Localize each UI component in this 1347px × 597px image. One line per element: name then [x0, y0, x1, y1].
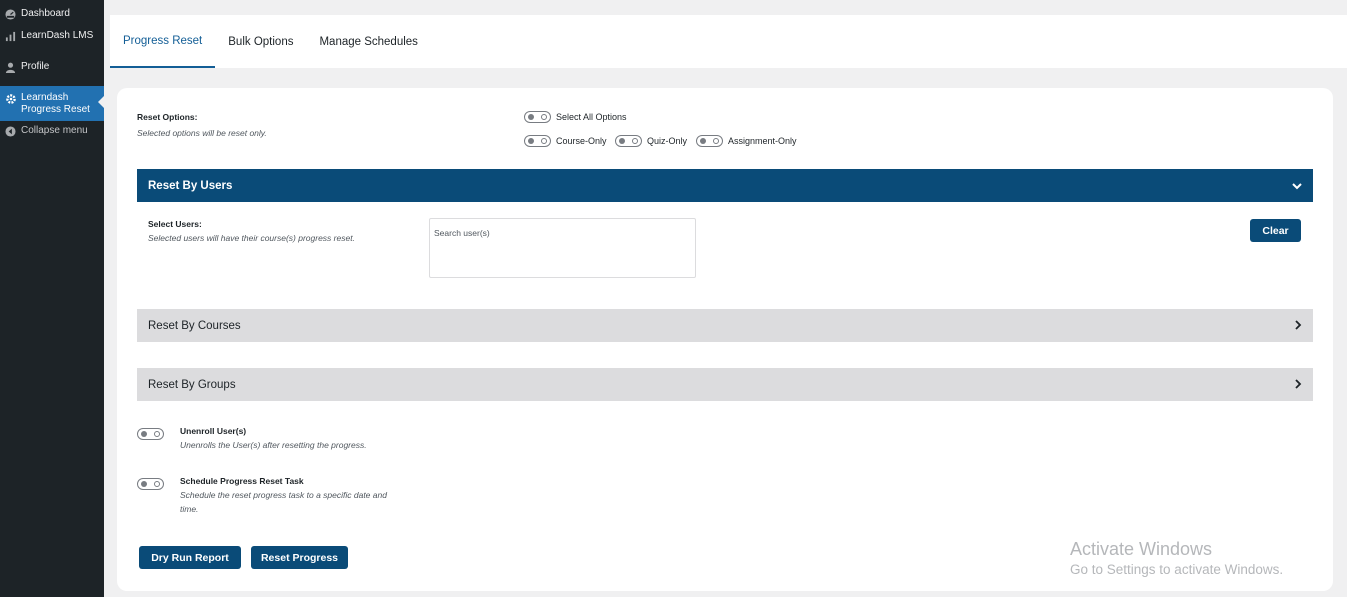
tab-bulk-options[interactable]: Bulk Options: [215, 15, 306, 68]
select-all-label: Select All Options: [556, 112, 627, 122]
dry-run-report-button[interactable]: Dry Run Report: [139, 546, 241, 569]
select-all-toggle[interactable]: [524, 111, 551, 123]
select-users-description: Selected users will have their course(s)…: [148, 233, 355, 243]
select-users-label: Select Users: Selected users will have t…: [148, 219, 355, 245]
quiz-only-option: Quiz-Only: [615, 135, 687, 147]
search-users-input[interactable]: Search user(s): [429, 218, 696, 278]
assignment-only-toggle[interactable]: [696, 135, 723, 147]
sidebar-item-label: Learndash Progress Reset: [21, 92, 90, 116]
sidebar-item-label: Profile: [21, 61, 50, 72]
sidebar-item-learndash-progress-reset[interactable]: Learndash Progress Reset: [0, 86, 104, 121]
sidebar-item-profile[interactable]: Profile: [0, 61, 104, 77]
unenroll-users-description: Unenrolls the User(s) after resetting th…: [180, 440, 367, 450]
schedule-reset-description: Schedule the reset progress task to a sp…: [180, 490, 387, 514]
schedule-reset-text: Schedule Progress Reset Task Schedule th…: [180, 476, 390, 516]
sidebar-item-label-line2: Progress Reset: [21, 104, 90, 115]
reset-options-label: Reset Options: Selected options will be …: [137, 112, 267, 140]
sidebar-item-dashboard[interactable]: Dashboard: [0, 8, 104, 24]
reset-by-users-header[interactable]: Reset By Users: [137, 169, 1313, 202]
sidebar-item-label: Collapse menu: [21, 125, 88, 136]
sidebar-item-label-line1: Learndash: [21, 92, 69, 103]
schedule-reset-title: Schedule Progress Reset Task: [180, 476, 304, 486]
chart-bars-icon: [4, 30, 17, 43]
schedule-reset-toggle[interactable]: [137, 478, 164, 490]
unenroll-users-text: Unenroll User(s) Unenrolls the User(s) a…: [180, 426, 390, 452]
reset-by-groups-header[interactable]: Reset By Groups: [137, 368, 1313, 401]
dashboard-icon: [4, 8, 17, 21]
chevron-right-icon: [1295, 319, 1302, 333]
clear-button[interactable]: Clear: [1250, 219, 1301, 242]
sidebar-item-label: LearnDash LMS: [21, 30, 94, 41]
tab-manage-schedules[interactable]: Manage Schedules: [306, 15, 430, 68]
collapse-arrow-icon: [4, 125, 17, 138]
sidebar-collapse-menu[interactable]: Collapse menu: [0, 125, 104, 141]
chevron-down-icon: [1292, 179, 1302, 193]
reset-progress-button[interactable]: Reset Progress: [251, 546, 348, 569]
assignment-only-option: Assignment-Only: [696, 135, 797, 147]
admin-sidebar: Dashboard LearnDash LMS Profile Learndas…: [0, 0, 104, 597]
reset-by-groups-title: Reset By Groups: [148, 378, 236, 391]
unenroll-users-title: Unenroll User(s): [180, 426, 247, 436]
tab-progress-reset[interactable]: Progress Reset: [110, 15, 216, 68]
reset-options-title: Reset Options:: [137, 112, 198, 122]
unenroll-users-toggle[interactable]: [137, 428, 164, 440]
sidebar-item-learndash-lms[interactable]: LearnDash LMS: [0, 30, 104, 46]
gear-icon: [4, 92, 17, 105]
reset-options-description: Selected options will be reset only.: [137, 128, 267, 138]
quiz-only-label: Quiz-Only: [647, 136, 688, 146]
reset-by-users-title: Reset By Users: [148, 179, 233, 192]
user-icon: [4, 61, 17, 74]
tab-bar: Progress Reset Bulk Options Manage Sched…: [110, 15, 1347, 68]
reset-by-courses-header[interactable]: Reset By Courses: [137, 309, 1313, 342]
quiz-only-toggle[interactable]: [615, 135, 642, 147]
course-only-option: Course-Only: [524, 135, 607, 147]
course-only-toggle[interactable]: [524, 135, 551, 147]
progress-reset-card: Reset Options: Selected options will be …: [117, 88, 1333, 591]
chevron-right-icon: [1295, 378, 1302, 392]
select-users-title: Select Users:: [148, 219, 202, 229]
assignment-only-label: Assignment-Only: [728, 136, 797, 146]
select-all-option: Select All Options: [524, 111, 627, 123]
sidebar-item-label: Dashboard: [21, 8, 70, 19]
reset-by-courses-title: Reset By Courses: [148, 319, 241, 332]
course-only-label: Course-Only: [556, 136, 607, 146]
